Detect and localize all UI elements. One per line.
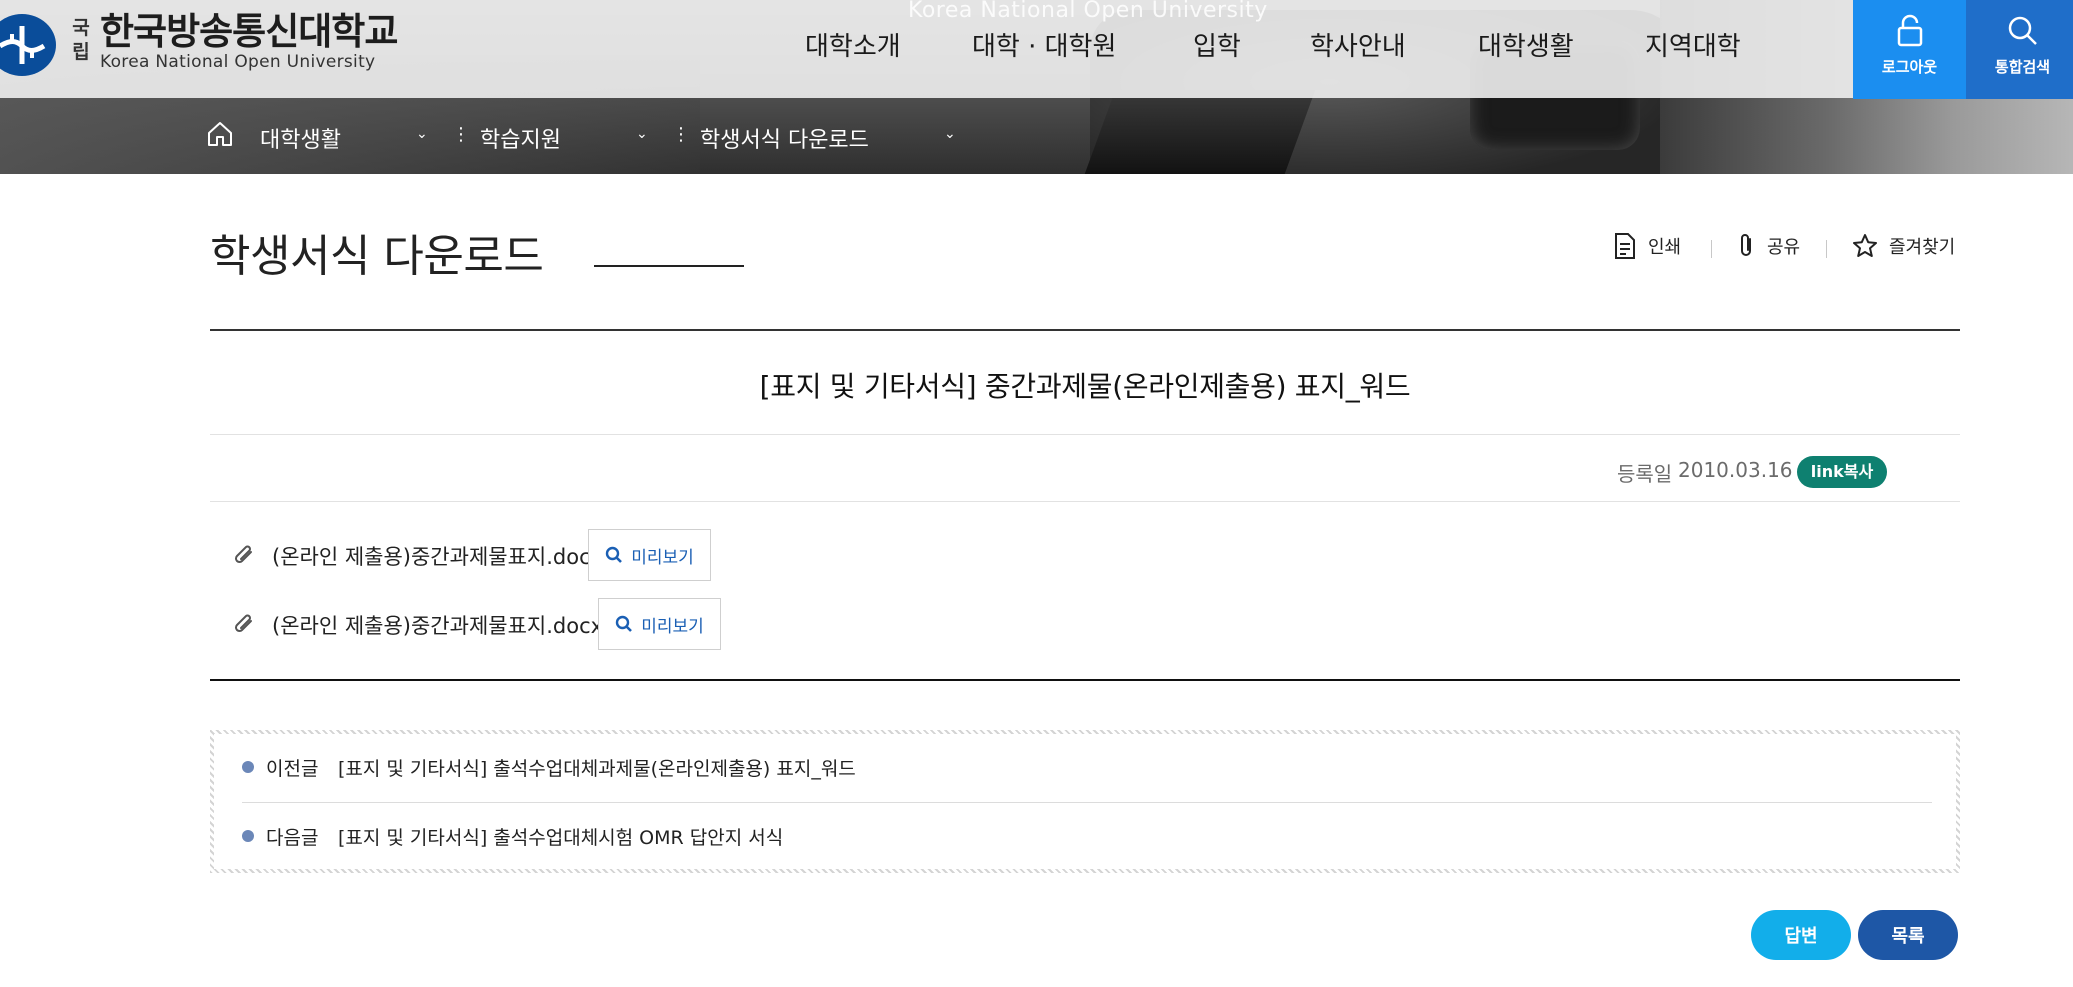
favorite-label: 즐겨찾기 xyxy=(1889,237,1956,258)
attachment-file-link[interactable]: (온라인 제출용)중간과제물표지.docx xyxy=(272,610,603,640)
chevron-down-icon[interactable]: ⌄ xyxy=(944,126,956,142)
logo-subtitle: Korea National Open University xyxy=(100,52,376,72)
chevron-down-icon[interactable]: ⌄ xyxy=(636,126,648,142)
search-icon xyxy=(606,546,623,563)
share-button[interactable]: 공유 xyxy=(1735,232,1800,260)
print-label: 인쇄 xyxy=(1648,237,1682,258)
preview-button[interactable]: 미리보기 xyxy=(598,598,721,650)
next-post-row: 다음글 [표지 및 기타서식] 출석수업대체시험 OMR 답안지 서식 xyxy=(242,817,1932,857)
star-icon xyxy=(1853,234,1877,257)
board-top-border xyxy=(210,329,1960,331)
favorite-button[interactable]: 즐겨찾기 xyxy=(1851,232,1955,260)
divider xyxy=(210,501,1960,502)
breadcrumb-item-learning-support[interactable]: 학습지원 xyxy=(480,122,561,154)
hero-background-shape xyxy=(1084,90,1316,174)
bullet-icon xyxy=(242,830,254,842)
search-icon xyxy=(616,615,633,632)
brand-caption: Korea National Open University xyxy=(908,0,1268,23)
next-post-link[interactable]: [표지 및 기타서식] 출석수업대체시험 OMR 답안지 서식 xyxy=(338,823,783,850)
attachment-icon xyxy=(234,612,256,640)
registration-date: 2010.03.16 xyxy=(1678,458,1793,482)
logo-title: 한국방송통신대학교 xyxy=(100,10,398,53)
share-label: 공유 xyxy=(1767,237,1801,258)
nav-item-campus-life[interactable]: 대학생활 xyxy=(1478,26,1574,63)
nav-item-regional-campus[interactable]: 지역대학 xyxy=(1645,26,1741,63)
date-label: 등록일 xyxy=(1617,462,1673,486)
preview-label: 미리보기 xyxy=(631,547,694,568)
logout-label: 로그아웃 xyxy=(1881,58,1938,76)
board-bottom-border xyxy=(210,679,1960,681)
attachment-icon xyxy=(234,543,256,571)
post-title: [표지 및 기타서식] 중간과제물(온라인제출용) 표지_워드 xyxy=(759,370,1411,403)
preview-button[interactable]: 미리보기 xyxy=(588,529,711,581)
home-icon[interactable] xyxy=(206,120,234,152)
prev-next-navigation: 이전글 [표지 및 기타서식] 출석수업대체과제물(온라인제출용) 표지_워드 … xyxy=(210,730,1960,873)
page-title: 학생서식 다운로드 xyxy=(210,231,544,282)
chevron-down-icon[interactable]: ⌄ xyxy=(416,126,428,142)
university-emblem-icon xyxy=(0,14,56,76)
print-icon xyxy=(1615,233,1635,259)
link-copy-button[interactable]: link복사 xyxy=(1797,456,1887,488)
divider xyxy=(210,434,1960,435)
title-underline xyxy=(594,265,744,267)
print-button[interactable]: 인쇄 xyxy=(1612,232,1681,260)
nav-item-college-graduate[interactable]: 대학 · 대학원 xyxy=(972,26,1116,63)
divider xyxy=(242,802,1932,803)
breadcrumb-item-form-download[interactable]: 학생서식 다운로드 xyxy=(700,122,869,154)
nav-item-about[interactable]: 대학소개 xyxy=(805,26,901,63)
search-label: 통합검색 xyxy=(1994,58,2051,76)
tool-divider xyxy=(1826,240,1827,258)
attachment-file-link[interactable]: (온라인 제출용)중간과제물표지.doc xyxy=(272,541,591,571)
next-post-label: 다음글 xyxy=(266,827,319,849)
breadcrumb-item-campus-life[interactable]: 대학생활 xyxy=(260,122,341,154)
preview-label: 미리보기 xyxy=(641,616,704,637)
breadcrumb-separator: ⋮ xyxy=(452,124,470,145)
prev-post-label: 이전글 xyxy=(266,758,319,780)
top-navigation-bar: Korea National Open University 국립 한국방송통신… xyxy=(0,0,2073,98)
bullet-icon xyxy=(242,761,254,773)
list-button[interactable]: 목록 xyxy=(1858,910,1958,960)
unified-search-button[interactable]: 통합검색 xyxy=(1966,0,2073,99)
lock-icon xyxy=(1853,14,1966,48)
prev-post-row: 이전글 [표지 및 기타서식] 출석수업대체과제물(온라인제출용) 표지_워드 xyxy=(242,748,1932,788)
logout-button[interactable]: 로그아웃 xyxy=(1853,0,1966,99)
prev-post-link[interactable]: [표지 및 기타서식] 출석수업대체과제물(온라인제출용) 표지_워드 xyxy=(338,754,856,781)
paperclip-icon xyxy=(1741,234,1751,256)
nav-item-academic[interactable]: 학사안내 xyxy=(1310,26,1406,63)
tool-divider xyxy=(1711,240,1712,258)
breadcrumb-separator: ⋮ xyxy=(672,124,690,145)
search-icon xyxy=(1966,14,2073,48)
logo-prefix: 국립 xyxy=(72,17,90,63)
nav-item-admission[interactable]: 입학 xyxy=(1193,26,1241,63)
reply-button[interactable]: 답변 xyxy=(1751,910,1851,960)
